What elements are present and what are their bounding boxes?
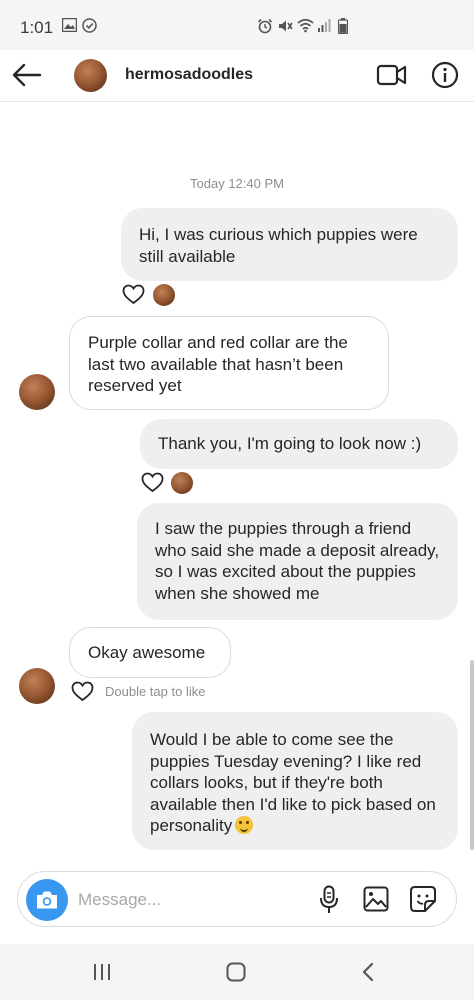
outgoing-message[interactable]: Hi, I was curious which puppies were sti…: [121, 208, 458, 281]
home-icon[interactable]: [226, 962, 246, 987]
mute-icon: [277, 18, 293, 39]
smiling-face-emoji-icon: [235, 816, 254, 834]
status-bar: 1:01: [0, 0, 474, 50]
outgoing-message[interactable]: Thank you, I'm going to look now :): [140, 419, 458, 469]
seen-avatar: [171, 472, 193, 494]
outgoing-message[interactable]: Would I be able to come see the puppies …: [132, 712, 458, 850]
back-icon[interactable]: [361, 962, 375, 987]
microphone-icon[interactable]: [318, 885, 340, 920]
double-tap-hint: Double tap to like: [105, 684, 206, 699]
info-icon[interactable]: [431, 61, 459, 94]
username[interactable]: hermosadoodles: [125, 66, 253, 84]
sender-avatar[interactable]: [19, 668, 55, 704]
heart-icon[interactable]: [122, 284, 145, 310]
message-input[interactable]: [78, 887, 298, 913]
heart-icon[interactable]: [71, 681, 94, 707]
video-call-icon[interactable]: [376, 62, 408, 93]
wifi-icon: [297, 18, 314, 38]
thread-timestamp: Today 12:40 PM: [190, 176, 284, 191]
conversation-header: hermosadoodles: [0, 50, 474, 102]
scroll-indicator[interactable]: [470, 660, 474, 850]
outgoing-message[interactable]: I saw the puppies through a friend who s…: [137, 503, 458, 620]
heart-icon[interactable]: [141, 472, 164, 498]
camera-icon: [35, 889, 59, 916]
incoming-message[interactable]: Okay awesome: [69, 627, 231, 678]
system-nav-bar: [0, 944, 474, 1000]
message-composer: [17, 871, 457, 927]
camera-button[interactable]: [26, 879, 68, 921]
gallery-icon[interactable]: [363, 886, 389, 917]
sticker-icon[interactable]: [409, 885, 437, 918]
check-circle-icon: [82, 18, 97, 38]
incoming-message[interactable]: Purple collar and red collar are the las…: [69, 316, 389, 410]
alarm-icon: [257, 18, 273, 39]
signal-icon: [318, 18, 332, 37]
back-arrow-icon[interactable]: [12, 62, 42, 93]
battery-icon: [337, 18, 349, 39]
status-time: 1:01: [20, 18, 54, 37]
sender-avatar[interactable]: [19, 374, 55, 410]
seen-avatar: [153, 284, 175, 306]
recent-apps-icon[interactable]: [92, 963, 112, 986]
gallery-notification-icon: [61, 17, 78, 37]
message-text: Would I be able to come see the puppies …: [150, 730, 436, 835]
header-avatar[interactable]: [74, 59, 107, 92]
